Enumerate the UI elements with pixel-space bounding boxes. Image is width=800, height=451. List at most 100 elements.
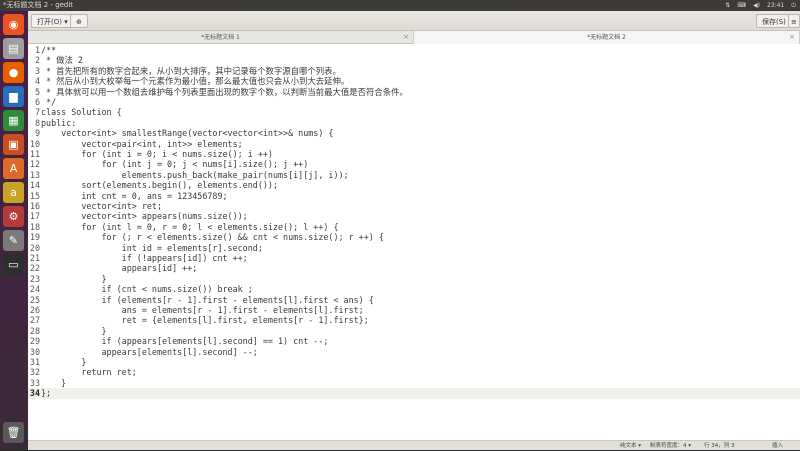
line-text: if (cnt < nums.size()) break ; <box>41 284 253 295</box>
code-line[interactable]: 16 vector<int> ret; <box>28 201 800 211</box>
line-number: 9 <box>34 128 40 139</box>
line-text: */ <box>41 97 57 107</box>
tab-document-2[interactable]: *无标题文档 2 × <box>414 31 800 44</box>
ubuntu-dash-icon[interactable]: ◉ <box>3 14 24 35</box>
new-tab-icon[interactable]: ⊕ <box>70 14 88 28</box>
code-line[interactable]: 8 public: <box>28 118 800 128</box>
line-text: } <box>41 273 107 284</box>
keyboard-icon[interactable]: ⌨ <box>737 0 746 11</box>
menu-icon[interactable]: ≡ <box>788 14 800 28</box>
line-number: 6 <box>34 97 40 107</box>
top-panel: *无标题文档 2 - gedit ⇅ ⌨ ◀) 23:41 ⏻ <box>0 0 800 11</box>
trash-icon[interactable]: 🗑 <box>3 422 24 443</box>
writer-icon[interactable]: ▆ <box>3 86 24 107</box>
code-line[interactable]: 7 class Solution { <box>28 107 800 117</box>
power-icon[interactable]: ⏻ <box>791 0 796 11</box>
code-line[interactable]: 6 */ <box>28 97 800 107</box>
line-number: 4 <box>34 76 40 87</box>
code-line[interactable]: 26 ans = elements[r - 1].first - element… <box>28 305 800 315</box>
settings-icon[interactable]: ⚙ <box>3 206 24 227</box>
code-line[interactable]: 24 if (cnt < nums.size()) break ; <box>28 284 800 294</box>
line-number: 31 <box>29 357 40 367</box>
code-line[interactable]: 5 * 具体就可以用一个数组去维护每个列表里面出现的数字个数，以判断当前最大值是… <box>28 87 800 97</box>
code-line[interactable]: 19 for (; r < elements.size() && cnt < n… <box>28 232 800 242</box>
code-line[interactable]: 9 vector<int> smallestRange(vector<vecto… <box>28 128 800 138</box>
volume-icon[interactable]: ◀) <box>753 0 760 11</box>
close-icon[interactable]: × <box>403 31 409 44</box>
line-text: for (int i = 0; i < nums.size(); i ++) <box>41 149 273 159</box>
line-text: } <box>41 377 67 388</box>
line-number: 21 <box>29 253 40 263</box>
text-editor-icon[interactable]: ✎ <box>3 230 24 251</box>
code-line[interactable]: 30 appears[elements[l].second] --; <box>28 347 800 357</box>
code-line[interactable]: 23 } <box>28 274 800 284</box>
impress-icon[interactable]: ▣ <box>3 134 24 155</box>
code-line[interactable]: 20 int id = elements[r].second; <box>28 243 800 253</box>
code-line[interactable]: 28 } <box>28 326 800 336</box>
clock[interactable]: 23:41 <box>767 0 784 11</box>
code-line[interactable]: 10 vector<pair<int, int>> elements; <box>28 139 800 149</box>
calc-icon[interactable]: ▦ <box>3 110 24 131</box>
code-line[interactable]: 2 * 做法 2 <box>28 55 800 65</box>
system-tray: ⇅ ⌨ ◀) 23:41 ⏻ <box>725 0 796 11</box>
code-line[interactable]: 11 for (int i = 0; i < nums.size(); i ++… <box>28 149 800 159</box>
software-center-icon[interactable]: A <box>3 158 24 179</box>
line-text: int id = elements[r].second; <box>41 242 263 253</box>
line-number: 30 <box>29 346 40 357</box>
line-number: 25 <box>29 294 40 305</box>
line-number: 24 <box>29 284 40 295</box>
code-line[interactable]: 1/** <box>28 45 800 55</box>
line-number: 12 <box>29 159 40 170</box>
open-button[interactable]: 打开(O) ▾ <box>31 14 74 28</box>
line-text: class Solution { <box>41 107 122 118</box>
code-line[interactable]: 27 ret = {elements[l].first, elements[r … <box>28 315 800 325</box>
line-text: ans = elements[r - 1].first - elements[l… <box>41 305 364 315</box>
line-number: 15 <box>29 190 40 201</box>
network-icon[interactable]: ⇅ <box>725 0 730 11</box>
code-line[interactable]: 22 appears[id] ++; <box>28 263 800 273</box>
amazon-icon[interactable]: a <box>3 182 24 203</box>
line-number: 23 <box>29 273 40 284</box>
files-icon[interactable]: ▤ <box>3 38 24 59</box>
code-line[interactable]: 15 int cnt = 0, ans = 123456789; <box>28 191 800 201</box>
code-line[interactable]: 14 sort(elements.begin(), elements.end()… <box>28 180 800 190</box>
line-number: 26 <box>29 305 40 315</box>
window-title: *无标题文档 2 - gedit <box>3 1 74 9</box>
code-line[interactable]: 32 return ret; <box>28 367 800 377</box>
code-line[interactable]: 3 * 首先把所有的数字合起来，从小到大排序，其中记录每个数字源自哪个列表。 <box>28 66 800 76</box>
terminal-icon[interactable]: ▭ <box>3 254 24 275</box>
code-line[interactable]: 12 for (int j = 0; j < nums[i].size(); j… <box>28 159 800 169</box>
tab-document-1[interactable]: *无标题文档 1 × <box>28 31 414 44</box>
line-number: 19 <box>29 232 40 243</box>
text-editor[interactable]: 1/** 2 * 做法 23 * 首先把所有的数字合起来，从小到大排序，其中记录每… <box>28 44 800 440</box>
line-number: 14 <box>29 180 40 191</box>
code-line[interactable]: 13 elements.push_back(make_pair(nums[i][… <box>28 170 800 180</box>
tab-bar: *无标题文档 1 × *无标题文档 2 × <box>28 31 800 44</box>
code-line[interactable]: 17 vector<int> appears(nums.size()); <box>28 211 800 221</box>
line-text: * 然后从小到大枚举每一个元素作为最小值，那么最大值也只会从小到大去延伸。 <box>41 76 350 87</box>
code-line[interactable]: 34}; <box>28 388 800 399</box>
code-line[interactable]: 21 if (!appears[id]) cnt ++; <box>28 253 800 263</box>
line-text: /** <box>41 45 57 55</box>
save-button[interactable]: 保存(S) <box>756 14 792 28</box>
line-number: 5 <box>34 86 40 97</box>
code-line[interactable]: 18 for (int l = 0, r = 0; l < elements.s… <box>28 222 800 232</box>
line-text: appears[id] ++; <box>41 263 198 274</box>
line-text: } <box>41 325 107 336</box>
line-text: int cnt = 0, ans = 123456789; <box>41 190 228 201</box>
line-text: vector<int> appears(nums.size()); <box>41 211 248 222</box>
code-line[interactable]: 33 } <box>28 378 800 388</box>
code-line[interactable]: 29 if (appears[elements[l].second] == 1)… <box>28 336 800 346</box>
code-line[interactable]: 31 } <box>28 357 800 367</box>
firefox-icon[interactable]: ● <box>3 62 24 83</box>
line-text: elements.push_back(make_pair(nums[i][j],… <box>41 169 349 180</box>
gedit-window: 打开(O) ▾ ⊕ 保存(S) ≡ *无标题文档 1 × *无标题文档 2 × … <box>28 11 800 450</box>
close-icon[interactable]: × <box>789 31 795 44</box>
code-line[interactable]: 25 if (elements[r - 1].first - elements[… <box>28 295 800 305</box>
line-number: 32 <box>29 367 40 378</box>
line-number: 34 <box>29 388 40 399</box>
code-line[interactable]: 4 * 然后从小到大枚举每一个元素作为最小值，那么最大值也只会从小到大去延伸。 <box>28 76 800 86</box>
tab-label: *无标题文档 1 <box>201 34 240 41</box>
line-number: 7 <box>34 107 40 118</box>
line-number: 18 <box>29 221 40 232</box>
